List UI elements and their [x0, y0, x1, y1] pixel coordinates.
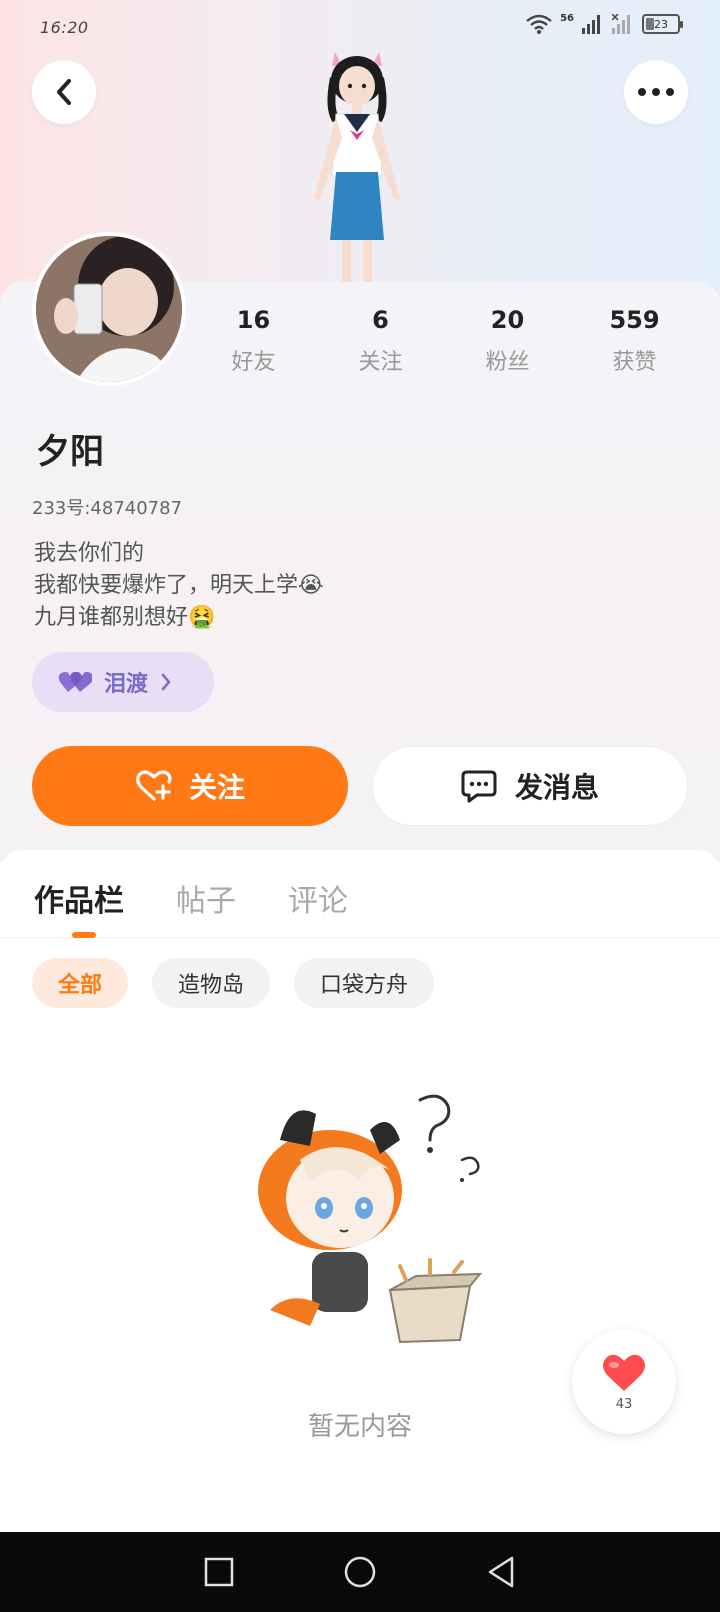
like-button[interactable]: 43	[572, 1330, 676, 1434]
battery-level: 23	[654, 17, 668, 31]
stat-followers[interactable]: 20 粉丝	[444, 306, 571, 376]
stat-label: 关注	[358, 350, 403, 375]
bio-line: 九月谁都别想好🤮	[34, 605, 216, 630]
status-icons: 56 23	[526, 12, 683, 34]
filter-chips: 全部 造物岛 口袋方舟	[32, 958, 435, 1008]
stat-value: 559	[609, 306, 660, 334]
more-button[interactable]	[624, 60, 688, 124]
heart-plus-icon	[136, 770, 172, 801]
stat-label: 粉丝	[485, 350, 530, 375]
relationship-tag[interactable]: 泪渡	[32, 652, 214, 712]
bio: 我去你们的 我都快要爆炸了，明天上学😭 九月谁都别想好🤮	[34, 538, 324, 634]
message-button[interactable]: 发消息	[372, 746, 688, 826]
profile-stats: 16 好友 6 关注 20 粉丝 559 获赞	[190, 306, 700, 376]
signal-icon	[582, 15, 600, 34]
heart-icon	[603, 1354, 645, 1391]
avatar-3d-character	[314, 52, 400, 284]
recents-icon[interactable]	[204, 1557, 234, 1587]
message-button-label: 发消息	[514, 771, 599, 804]
tab-active-indicator	[72, 932, 96, 938]
signal-2-icon	[612, 14, 630, 34]
tab-posts[interactable]: 帖子	[176, 876, 236, 920]
stat-label: 获赞	[612, 350, 657, 375]
stat-value: 20	[490, 306, 525, 334]
stat-value: 16	[236, 306, 271, 334]
chevron-right-icon	[161, 673, 171, 691]
bio-line: 我去你们的	[34, 541, 145, 566]
user-id: 233号:48740787	[32, 498, 183, 519]
stat-likes[interactable]: 559 获赞	[571, 306, 698, 376]
stat-friends[interactable]: 16 好友	[190, 306, 317, 376]
ellipsis-icon	[638, 88, 674, 96]
empty-state-illustration	[258, 1094, 483, 1344]
follow-button-label: 关注	[188, 771, 245, 804]
stat-value: 6	[372, 306, 389, 334]
username: 夕阳	[36, 432, 104, 472]
filter-creation-island[interactable]: 造物岛	[152, 958, 271, 1008]
tab-works[interactable]: 作品栏	[34, 876, 124, 920]
heart-icon	[58, 671, 92, 692]
filter-pocket-ark[interactable]: 口袋方舟	[294, 958, 435, 1008]
avatar-photo	[36, 236, 182, 382]
like-count: 43	[615, 1396, 633, 1412]
filter-all[interactable]: 全部	[32, 958, 129, 1008]
system-nav-bar	[0, 1532, 720, 1612]
content-tabs: 作品栏 帖子 评论	[0, 850, 720, 938]
stat-label: 好友	[231, 350, 276, 375]
chat-bubble-icon	[461, 770, 497, 803]
status-time: 16:20	[40, 18, 89, 37]
back-button[interactable]	[32, 60, 96, 124]
chevron-left-icon	[57, 79, 71, 105]
wifi-icon	[526, 14, 552, 34]
network-type-label: 56	[560, 12, 574, 24]
stat-following[interactable]: 6 关注	[317, 306, 444, 376]
battery-icon: 23	[642, 14, 683, 34]
bio-line: 我都快要爆炸了，明天上学😭	[34, 573, 324, 598]
follow-button[interactable]: 关注	[32, 746, 348, 826]
avatar[interactable]	[32, 232, 186, 386]
home-icon[interactable]	[343, 1555, 377, 1589]
status-bar: 16:20 56 23	[0, 0, 720, 52]
relationship-tag-label: 泪渡	[104, 672, 149, 697]
tab-comments[interactable]: 评论	[288, 876, 348, 920]
back-triangle-icon[interactable]	[486, 1555, 516, 1589]
